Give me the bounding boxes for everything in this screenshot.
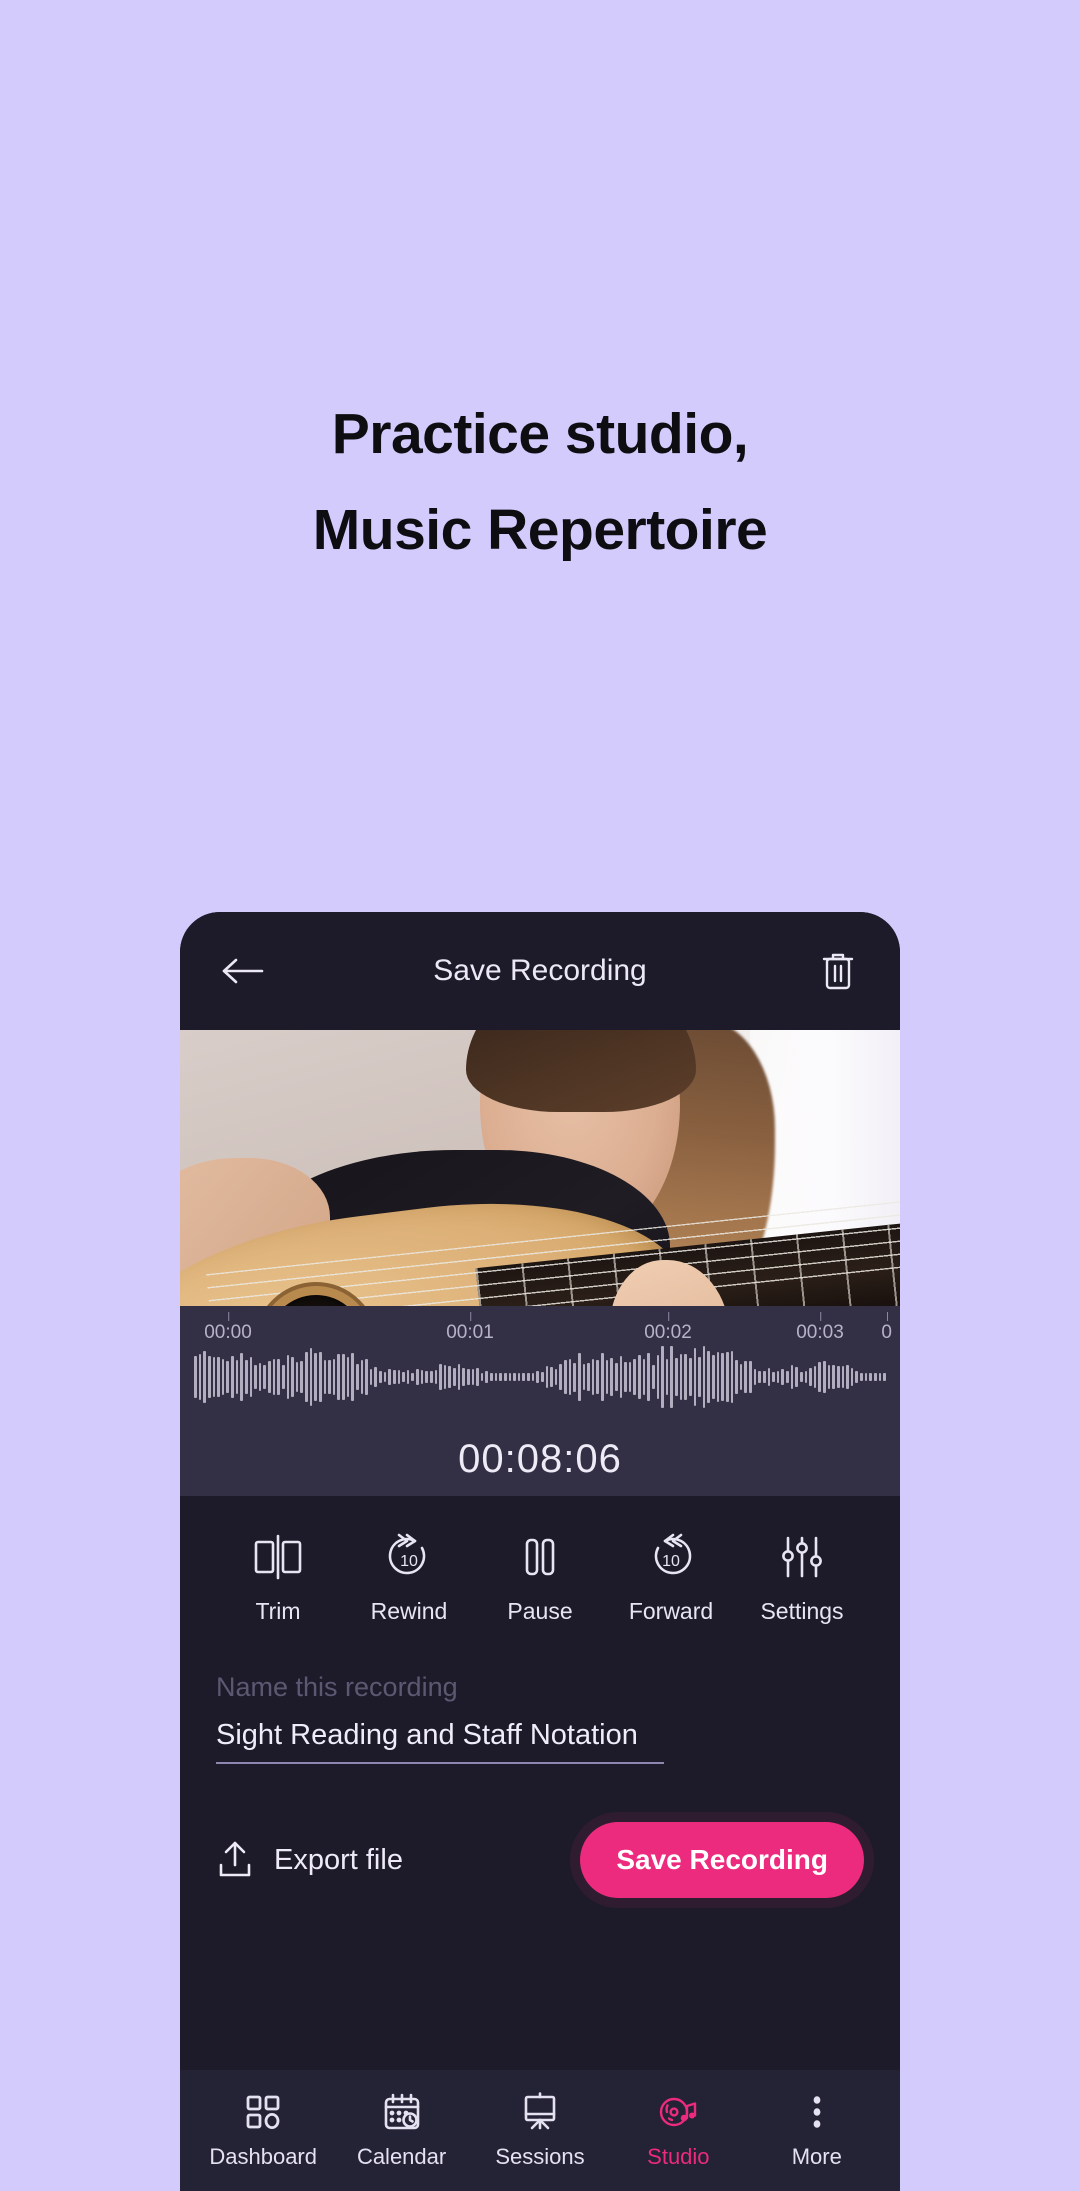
timeline-tick: 0 bbox=[881, 1312, 892, 1343]
control-label: Trim bbox=[255, 1597, 301, 1624]
pause-button[interactable]: Pause bbox=[476, 1532, 604, 1625]
delete-recording-button[interactable] bbox=[812, 945, 864, 997]
elapsed-time-bar: 00:08:06 bbox=[180, 1422, 900, 1496]
control-label: Rewind bbox=[370, 1597, 448, 1624]
trim-icon bbox=[251, 1532, 305, 1582]
timeline-tick: 00:02 bbox=[644, 1312, 692, 1343]
phone-mockup: Save Recording 00:00 00:01 00:02 00:03 0… bbox=[180, 912, 900, 2191]
hero-headline: Practice studio, Music Repertoire bbox=[0, 386, 1080, 578]
nav-item-dashboard[interactable]: Dashboard bbox=[201, 2092, 325, 2170]
arrow-left-icon bbox=[220, 955, 264, 987]
timeline-tick: 00:01 bbox=[446, 1312, 494, 1343]
trash-icon bbox=[820, 950, 856, 992]
app-header: Save Recording bbox=[180, 912, 900, 1030]
nav-label: Sessions bbox=[495, 2143, 585, 2169]
bottom-navigation: Dashboard Calendar Sessions Studio More bbox=[180, 2070, 900, 2191]
nav-item-more[interactable]: More bbox=[755, 2092, 879, 2170]
pause-icon bbox=[513, 1532, 567, 1582]
nav-label: Calendar bbox=[356, 2143, 447, 2169]
export-file-label: Export file bbox=[274, 1843, 403, 1876]
export-file-button[interactable]: Export file bbox=[216, 1839, 403, 1881]
rewind-10-icon: 10 bbox=[382, 1532, 436, 1582]
action-row: Export file Save Recording bbox=[180, 1822, 900, 1898]
nav-item-studio[interactable]: Studio bbox=[616, 2092, 740, 2170]
trim-button[interactable]: Trim bbox=[214, 1532, 342, 1625]
page-title: Save Recording bbox=[433, 954, 647, 987]
waveform-timeline[interactable]: 00:00 00:01 00:02 00:03 0 bbox=[180, 1306, 900, 1422]
nav-label: More bbox=[791, 2143, 842, 2169]
nav-label: Dashboard bbox=[209, 2143, 317, 2169]
control-label: Forward bbox=[628, 1597, 714, 1624]
calendar-clock-icon bbox=[382, 2092, 422, 2132]
control-label: Pause bbox=[507, 1597, 573, 1624]
headline-line-2: Music Repertoire bbox=[312, 498, 768, 562]
forward-button[interactable]: 10 Forward bbox=[607, 1532, 735, 1625]
save-recording-button[interactable]: Save Recording bbox=[580, 1822, 864, 1898]
sliders-icon bbox=[775, 1532, 829, 1582]
control-label: Settings bbox=[760, 1597, 844, 1624]
rewind-button[interactable]: 10 Rewind bbox=[345, 1532, 473, 1625]
upload-icon bbox=[216, 1839, 254, 1881]
elapsed-time: 00:08:06 bbox=[458, 1436, 622, 1481]
timeline-ticks: 00:00 00:01 00:02 00:03 0 bbox=[180, 1306, 900, 1343]
recording-name-block: Name this recording Sight Reading and St… bbox=[180, 1644, 900, 1764]
back-button[interactable] bbox=[216, 945, 268, 997]
recording-name-input[interactable]: Sight Reading and Staff Notation bbox=[216, 1719, 664, 1764]
easel-icon bbox=[520, 2091, 560, 2132]
recording-name-label: Name this recording bbox=[216, 1672, 458, 1702]
nav-item-calendar[interactable]: Calendar bbox=[340, 2092, 464, 2170]
waveform[interactable] bbox=[180, 1346, 900, 1408]
video-preview[interactable] bbox=[180, 1030, 900, 1306]
headline-line-1: Practice studio, bbox=[331, 402, 749, 466]
dots-vertical-icon bbox=[797, 2092, 837, 2132]
nav-item-sessions[interactable]: Sessions bbox=[478, 2091, 602, 2170]
timeline-tick: 00:00 bbox=[204, 1312, 252, 1343]
playback-controls: Trim 10 Rewind Pause 10 Forward Settings bbox=[180, 1496, 900, 1644]
settings-button[interactable]: Settings bbox=[738, 1532, 866, 1625]
vinyl-music-icon bbox=[658, 2092, 698, 2132]
timeline-tick: 00:03 bbox=[796, 1312, 844, 1343]
svg-text:10: 10 bbox=[400, 1553, 418, 1570]
forward-10-icon: 10 bbox=[644, 1532, 698, 1582]
svg-text:10: 10 bbox=[662, 1553, 680, 1570]
grid-icon bbox=[243, 2092, 283, 2132]
video-frame-image bbox=[180, 1030, 900, 1306]
nav-label: Studio bbox=[647, 2143, 710, 2169]
